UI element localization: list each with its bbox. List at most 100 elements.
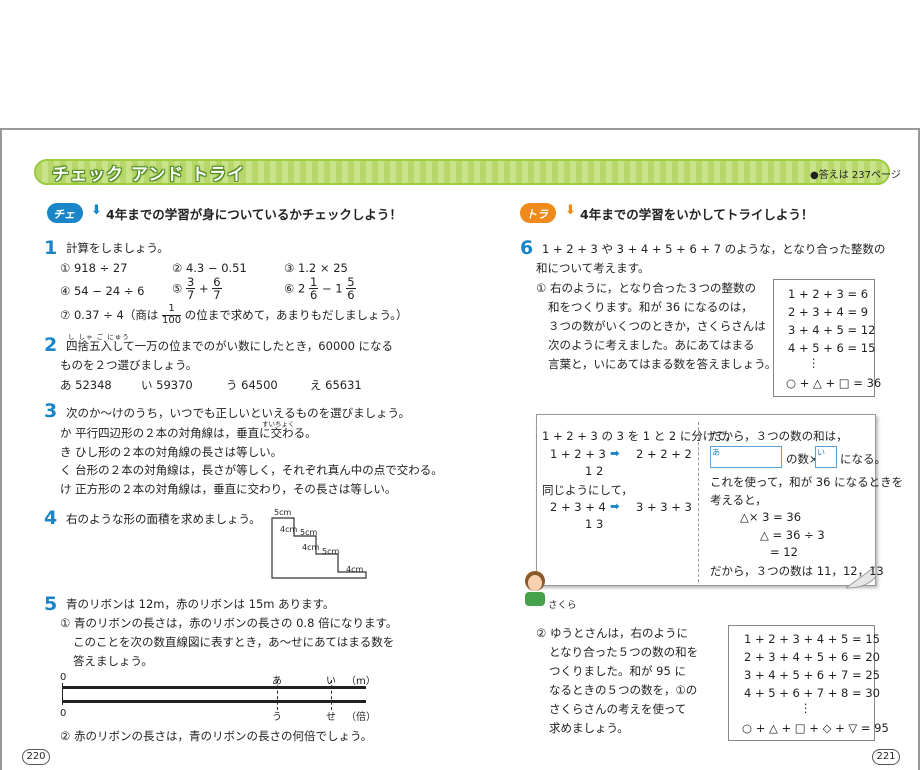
q6-part2-text: 求めましょう。	[549, 721, 629, 735]
q6-line-2: 和について考えます。	[536, 261, 650, 275]
number-line-times	[62, 700, 366, 703]
sum-row-ellipsis: ⋮	[800, 701, 812, 715]
sum-row-target: ○ + △ + □ + ◇ + ▽ = 95	[742, 721, 889, 735]
note-right-line: になる。	[840, 452, 886, 466]
note-left-expr: 1 + 2 + 3	[550, 447, 606, 461]
q1-item-3: ③ 1.2 × 25	[284, 261, 348, 275]
note-left-split: 1 2	[585, 464, 604, 478]
check-badge: チェック	[47, 203, 83, 237]
sakura-avatar	[525, 571, 545, 606]
q6-part2-text: ② ゆうとさんは，右のように	[536, 626, 688, 640]
q6-part2-text: なるときの５つの数を，①の	[549, 683, 698, 697]
q2-option-e: え 65631	[310, 378, 362, 392]
sum-row: 4 + 5 + 6 + 7 + 8 = 30	[744, 686, 880, 700]
number-line-unit-m: （m）	[346, 676, 376, 687]
q3-item-ku: く 台形の２本の対角線は，長さが等しく，それぞれ真ん中の点で交わる。	[60, 463, 443, 477]
q1-item-1: ① 918 ÷ 27	[60, 261, 128, 275]
note-left-expr: 2 + 3 + 4	[550, 500, 606, 514]
q6-part1-text: ３つの数がいくつのときか，さくらさんは	[548, 319, 766, 333]
q6-line-1: 1 + 2 + 3 や 3 + 4 + 5 + 6 + 7 のような，となり合っ…	[542, 242, 886, 256]
sum-row: 2 + 3 + 4 = 9	[788, 305, 869, 319]
question-number-2: 2	[44, 334, 58, 356]
q2-option-i: い 59370	[141, 378, 193, 392]
dim-label: 4cm	[346, 565, 364, 574]
q3-prompt: 次のか〜けのうち，いつでも正しいといえるものを選びましょう。	[66, 406, 410, 420]
page-number-left: 220	[22, 749, 50, 765]
q5-part1-line3: 答えましょう。	[73, 654, 153, 668]
q6-part1-text: 次のように考えました。あにあてはまる	[548, 338, 755, 352]
down-arrow-icon: ⬇	[565, 203, 576, 218]
note-left-expr: 3 + 3 + 3	[636, 500, 692, 514]
number-line-origin	[62, 683, 63, 705]
sum-row-ellipsis: ⋮	[808, 356, 820, 370]
answer-blank-a[interactable]	[710, 446, 782, 468]
q6-part2-text: つくりました。和が 95 に	[549, 664, 686, 678]
down-arrow-icon: ⬇	[91, 203, 102, 218]
q1-item-7: ⑦ 0.37 ÷ 4（商は 1 100 の位まで求めて，あまりもだしましょう。）	[60, 303, 408, 326]
blank-label-i: い	[817, 448, 825, 457]
q1-item-2: ② 4.3 − 0.51	[172, 261, 247, 275]
try-badge: トライ	[520, 203, 556, 237]
number-line-label-u: う	[272, 712, 282, 723]
note-right-line: △ = 36 ÷ 3	[760, 528, 825, 542]
sum-row: 4 + 5 + 6 = 15	[788, 341, 876, 355]
sum-row: 3 + 4 + 5 = 12	[788, 323, 876, 337]
question-number-5: 5	[44, 593, 58, 615]
number-line-meters	[62, 686, 366, 689]
note-right-line: だから，３つの数は 11，12，13	[710, 564, 884, 578]
q5-part2: ② 赤のリボンの長さは，青のリボンの長さの何倍でしょう。	[60, 729, 373, 743]
q2-option-u: う 64500	[226, 378, 278, 392]
q6-part2-text: となり合った５つの数の和を	[549, 645, 699, 659]
q6-part1-text: ① 右のように，となり合った３つの整数の	[536, 281, 757, 295]
q2-option-a: あ 52348	[60, 378, 112, 392]
note-right-line: = 12	[770, 545, 798, 559]
page-edge-left	[0, 128, 2, 770]
dim-label: 4cm	[302, 543, 320, 552]
answer-reference: ●答えは 237ページ	[810, 170, 901, 181]
number-line-label-se: せ	[326, 712, 336, 723]
dim-label: 5cm	[322, 547, 340, 556]
dim-label: 5cm	[274, 508, 292, 517]
check-subtitle: 4年までの学習が身についているかチェックしよう！	[106, 207, 402, 222]
number-line-tick	[277, 680, 278, 710]
right-arrow-icon: ➡	[610, 499, 620, 513]
number-line-zero: 0	[60, 708, 67, 719]
note-right-line: の数×	[786, 452, 819, 466]
q6-part1-text: 言葉と，いにあてはまる数を答えましょう。	[548, 357, 777, 371]
dim-label: 4cm	[280, 525, 298, 534]
q6-part1-text: 和をつくります。和が 36 になるのは，	[548, 300, 753, 314]
person-name: さくら	[548, 600, 577, 611]
note-left-expr: 2 + 2 + 2	[636, 447, 692, 461]
sum-row: 1 + 2 + 3 = 6	[788, 287, 869, 301]
q5-prompt: 青のリボンは 12m，赤のリボンは 15m あります。	[66, 597, 335, 611]
q2-line-2: ものを２つ選びましょう。	[60, 358, 198, 372]
question-number-3: 3	[44, 400, 58, 422]
page-number-right: 221	[872, 749, 900, 765]
note-left-split: 1 3	[585, 517, 604, 531]
note-left-line: 1 + 2 + 3 の 3 を 1 と 2 に分けて，	[542, 429, 737, 443]
q3-item-ka: か 平行四辺形の２本の対角線は，垂直に交わる。	[60, 426, 317, 440]
note-divider	[698, 422, 699, 582]
sum-row: 3 + 4 + 5 + 6 + 7 = 25	[744, 668, 880, 682]
q1-prompt: 計算をしましょう。	[66, 241, 169, 255]
q1-item-5: ⑤ 37 + 67	[172, 275, 222, 303]
question-number-1: 1	[44, 237, 58, 259]
blank-label-a: あ	[712, 448, 720, 457]
q5-part1-line2: このことを次の数直線図に表すとき，あ〜せにあてはまる数を	[73, 635, 395, 649]
note-left-line: 同じようにして，	[542, 483, 633, 497]
sum-row: 1 + 2 + 3 + 4 + 5 = 15	[744, 632, 880, 646]
q6-part2-text: さくらさんの考えを使って	[549, 702, 687, 716]
note-right-line: これを使って，和が 36 になるときを	[710, 475, 904, 489]
sum-row-target: ○ + △ + □ = 36	[786, 376, 882, 390]
q1-item-6: ⑥ 2 16 − 1 56	[284, 275, 356, 303]
q5-part1-line1: ① 青のリボンの長さは，赤のリボンの長さの 0.8 倍になります。	[60, 616, 398, 630]
right-arrow-icon: ➡	[610, 446, 620, 460]
number-line-unit-times: （倍）	[346, 712, 376, 723]
q1-item-4: ④ 54 − 24 ÷ 6	[60, 284, 145, 298]
number-line-tick	[331, 680, 332, 710]
note-right-line: 考えると，	[710, 493, 767, 507]
sum-row: 2 + 3 + 4 + 5 + 6 = 20	[744, 650, 880, 664]
dim-label: 5cm	[300, 528, 318, 537]
try-subtitle: 4年までの学習をいかしてトライしよう！	[580, 207, 814, 222]
q2-line-1: 四捨五入して一万の位までのがい数にしたとき，60000 になる	[66, 339, 394, 353]
